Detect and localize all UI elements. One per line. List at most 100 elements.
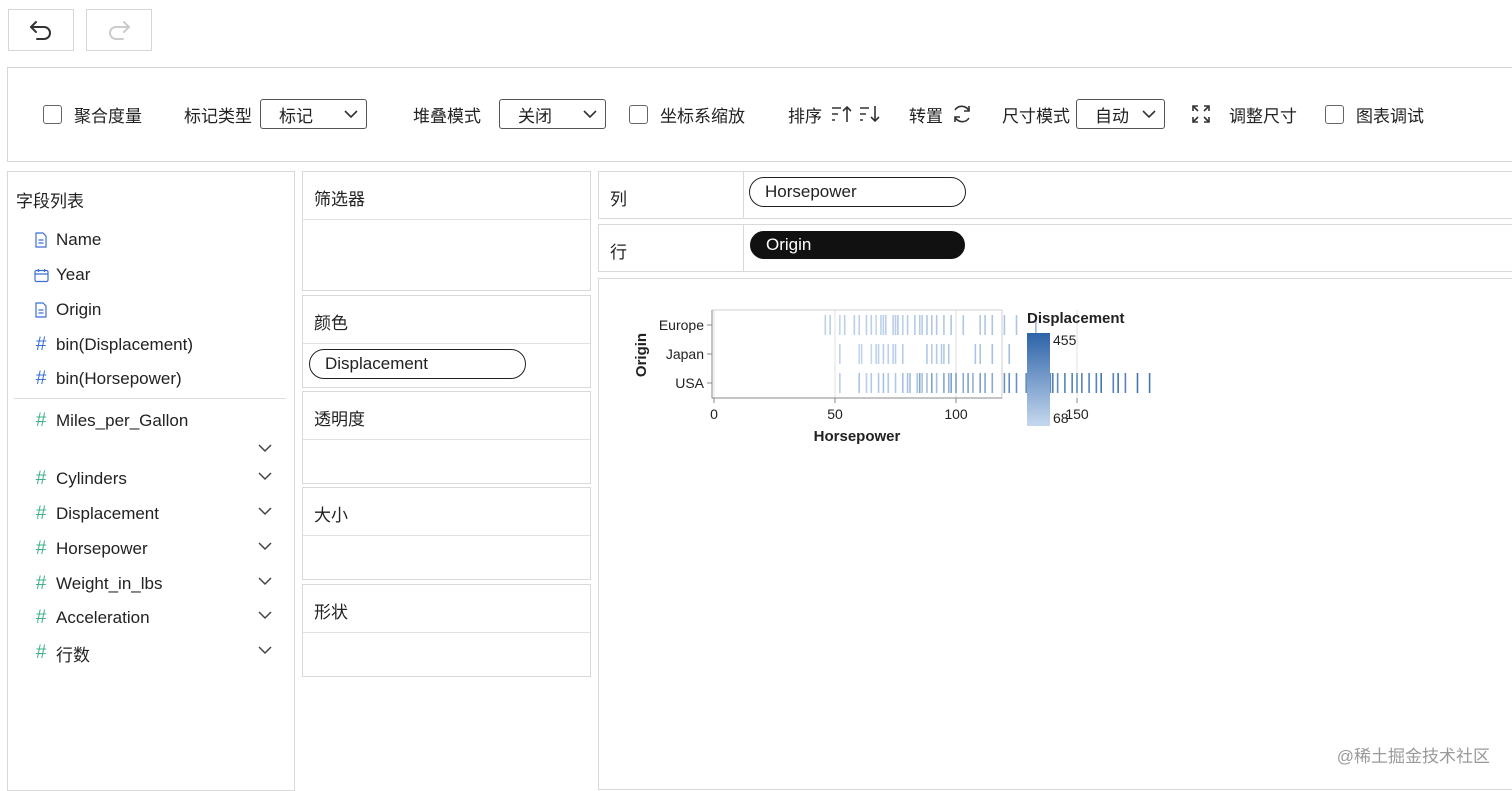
hash-icon: # [35,468,47,489]
text-icon [35,302,47,318]
field-label: Cylinders [56,469,127,488]
size-dropzone[interactable] [303,536,590,579]
stack-select[interactable]: 关闭 [499,99,606,129]
resize-control[interactable]: 调整尺寸 [1191,99,1297,129]
debug-toggle[interactable]: 图表调试 [1325,99,1424,129]
transpose-label: 转置 [909,106,943,126]
aggregate-checkbox[interactable] [43,104,62,124]
opacity-dropzone[interactable] [303,440,590,483]
watermark: @稀土掘金技术社区 [1336,747,1490,766]
rows-dropzone[interactable]: Origin [750,231,965,259]
y-tick-label: USA [675,375,704,391]
rows-label: 行 [599,225,744,271]
redo-icon [109,21,130,40]
field-label: Origin [56,300,102,319]
field-list-panel: 字段列表 Name Year Origin # bin(Displacement… [7,171,295,791]
stack-control: 堆叠模式 关闭 [413,99,606,129]
size-mode-control: 尺寸模式 自动 [1002,99,1165,129]
toolbar: 聚合度量 标记类型 标记 堆叠模式 关闭 坐标系缩放 排序 转置 尺寸模式 自动… [7,67,1512,162]
field-item-cylinders[interactable]: # Cylinders [32,467,272,491]
field-label: Miles_per_Gallon [56,411,189,430]
hash-icon: # [35,410,47,431]
sort-descending-icon[interactable] [858,104,880,124]
color-title: 颜色 [303,296,590,344]
columns-dropzone[interactable]: Horsepower [749,177,966,207]
calendar-icon [33,268,49,282]
legend-min-label: 68 [1053,410,1069,426]
chevron-down-icon [344,110,358,119]
color-dropzone[interactable]: Displacement [303,344,590,379]
legend-gradient [1027,333,1050,426]
sort-control: 排序 [788,99,880,129]
debug-checkbox[interactable] [1325,104,1344,124]
aggregate-label: 聚合度量 [74,106,142,126]
field-label: Horsepower [56,539,148,558]
mark-type-control: 标记类型 标记 [184,99,367,129]
sort-ascending-icon[interactable] [830,104,852,124]
field-item-origin[interactable]: Origin [32,298,272,322]
chevron-down-icon[interactable] [258,610,272,620]
field-label: Year [56,265,91,284]
chevron-down-icon[interactable] [258,443,272,453]
mark-type-label: 标记类型 [184,106,252,126]
columns-label: 列 [599,172,744,218]
field-label: bin(Displacement) [56,335,193,354]
field-item-bin-displacement[interactable]: # bin(Displacement) [32,333,272,357]
filter-dropzone[interactable] [303,220,590,290]
x-tick-label: 150 [1065,406,1089,422]
chevron-down-icon[interactable] [258,541,272,551]
rows-field-pill[interactable]: Origin [750,231,965,259]
field-item-acceleration[interactable]: # Acceleration [32,606,272,630]
field-item-weight[interactable]: # Weight_in_lbs [32,572,272,596]
hash-icon: # [35,503,47,524]
expand-icon[interactable] [1191,104,1211,124]
color-field-pill[interactable]: Displacement [309,349,526,379]
field-item-horsepower[interactable]: # Horsepower [32,537,272,561]
field-item-bin-horsepower[interactable]: # bin(Horsepower) [32,367,272,391]
opacity-panel: 透明度 [302,391,591,484]
size-mode-value: 自动 [1095,106,1129,126]
x-tick-label: 50 [827,406,843,422]
field-item-year[interactable]: Year [32,263,272,287]
shape-title: 形状 [303,585,590,633]
field-label: Acceleration [56,608,150,627]
field-item-name[interactable]: Name [32,228,272,252]
field-item-displacement[interactable]: # Displacement [32,502,272,526]
zoom-toggle[interactable]: 坐标系缩放 [629,99,745,129]
legend-max-label: 455 [1053,332,1077,348]
field-label: bin(Horsepower) [56,369,182,388]
columns-field-pill[interactable]: Horsepower [749,177,966,207]
shape-dropzone[interactable] [303,633,590,676]
mark-type-select[interactable]: 标记 [260,99,367,129]
undo-button[interactable] [8,9,74,51]
hash-icon: # [35,538,47,559]
field-item-row-count[interactable]: # 行数 [32,641,272,665]
size-title: 大小 [303,488,590,536]
hash-icon: # [35,334,47,355]
tick-chart: 050100150200EuropeJapanUSA Origin Horsep… [633,309,1151,445]
size-mode-select[interactable]: 自动 [1076,99,1165,129]
chevron-down-icon[interactable] [258,576,272,586]
opacity-title: 透明度 [303,392,590,440]
hash-icon: # [35,573,47,594]
hash-icon: # [35,607,47,628]
chevron-down-icon[interactable] [258,506,272,516]
field-label: Name [56,230,102,249]
color-field-label: Displacement [325,354,428,373]
chevron-down-icon[interactable] [258,645,272,655]
transpose-control[interactable]: 转置 [909,99,973,129]
field-item-miles-per-gallon[interactable]: # Miles_per_Gallon [32,409,272,453]
stack-value: 关闭 [518,106,552,126]
plot-frame [711,309,1003,399]
chevron-down-icon[interactable] [258,471,272,481]
aggregate-toggle[interactable]: 聚合度量 [43,99,142,129]
field-label: Weight_in_lbs [56,574,163,593]
x-axis-title: Horsepower [814,428,901,445]
rows-shelf: 行 Origin [598,224,1512,272]
refresh-icon[interactable] [951,103,973,125]
text-icon [35,232,47,248]
redo-button[interactable] [86,9,152,51]
columns-field-label: Horsepower [765,182,857,201]
zoom-checkbox[interactable] [629,104,648,124]
x-tick-label: 0 [710,406,718,422]
